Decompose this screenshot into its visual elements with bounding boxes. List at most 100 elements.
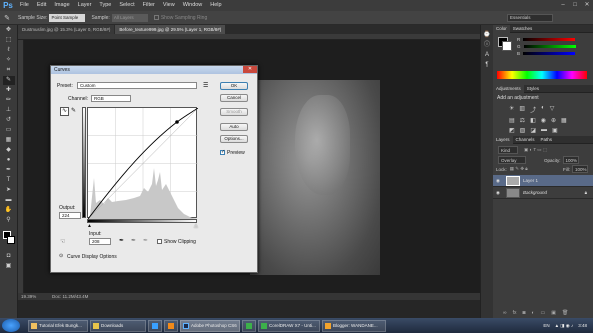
filter-icons[interactable]: ▣ ◐ T ▭ ⬚ bbox=[524, 147, 547, 153]
lock-icons[interactable]: ▦ ✎ ✥ 🔒︎ bbox=[510, 166, 528, 172]
menu-edit[interactable]: Edit bbox=[33, 0, 50, 11]
taskbar-item[interactable]: Blogger: WANDANE... bbox=[322, 319, 386, 332]
quick-select-tool-icon[interactable]: ✧ bbox=[3, 56, 15, 65]
tab-channels[interactable]: Channels bbox=[513, 137, 538, 142]
stamp-tool-icon[interactable]: ⊥ bbox=[3, 106, 15, 115]
taskbar-item[interactable]: Tutorial Efek Bungk... bbox=[28, 319, 88, 332]
tab-paths[interactable]: Paths bbox=[538, 137, 556, 142]
ok-button[interactable]: OK bbox=[220, 82, 248, 90]
bg-color-swatch[interactable] bbox=[502, 41, 512, 51]
color-spectrum[interactable] bbox=[497, 71, 587, 79]
start-button[interactable] bbox=[2, 319, 20, 332]
layer-thumbnail[interactable] bbox=[506, 175, 520, 186]
opacity-input[interactable]: 100% bbox=[562, 156, 579, 164]
link-icon[interactable]: ∞ bbox=[503, 310, 507, 316]
taskbar-icon[interactable] bbox=[164, 319, 178, 332]
path-select-icon[interactable]: ➤ bbox=[3, 186, 15, 195]
photo-filter-icon[interactable]: ◉ bbox=[541, 117, 546, 124]
crop-tool-icon[interactable]: ⌗ bbox=[3, 66, 15, 75]
tab-swatches[interactable]: Swatches bbox=[510, 26, 536, 31]
taskbar-icon[interactable] bbox=[148, 319, 162, 332]
brush-tool-icon[interactable]: ✏ bbox=[3, 96, 15, 105]
brightness-icon[interactable]: ☀ bbox=[509, 105, 514, 114]
fx-icon[interactable]: fx bbox=[513, 310, 517, 316]
output-input[interactable]: 224 bbox=[59, 212, 81, 219]
layer-name[interactable]: Layer 1 bbox=[523, 178, 538, 183]
levels-icon[interactable]: ▥ bbox=[519, 105, 525, 114]
doc-tab-active[interactable]: Before_texture999.jpg @ 29.5% (Layer 1, … bbox=[115, 25, 226, 34]
dodge-tool-icon[interactable]: ● bbox=[3, 156, 15, 165]
mixer-icon[interactable]: ⊕ bbox=[551, 117, 556, 124]
background-color[interactable] bbox=[7, 236, 15, 244]
targeted-adjust-icon[interactable]: ☜ bbox=[60, 238, 65, 245]
visibility-eye-icon[interactable]: ◉ bbox=[493, 190, 503, 196]
lasso-tool-icon[interactable]: ℓ bbox=[3, 46, 15, 55]
curve-display-options[interactable]: Curve Display Options bbox=[67, 254, 117, 260]
doc-tab[interactable]: Dustmuslim.jpg @ 15.3% (Layer 0, RGB/8#) bbox=[18, 25, 115, 34]
language-indicator[interactable]: EN bbox=[543, 323, 549, 328]
curve-edit-icon[interactable]: ∿ bbox=[60, 107, 69, 116]
dialog-titlebar[interactable]: Curves ✕ bbox=[51, 66, 257, 74]
zoom-tool-icon[interactable]: ⚲ bbox=[3, 216, 15, 225]
menu-file[interactable]: File bbox=[16, 0, 33, 11]
maximize-button[interactable]: □ bbox=[569, 0, 581, 11]
show-clipping-checkbox[interactable] bbox=[157, 239, 162, 244]
curves-graph[interactable] bbox=[87, 107, 198, 219]
menu-image[interactable]: Image bbox=[50, 0, 73, 11]
shape-tool-icon[interactable]: ▬ bbox=[3, 196, 15, 205]
gray-eyedropper-icon[interactable]: ✒ bbox=[131, 237, 136, 244]
eyedropper-icon[interactable]: ✎ bbox=[0, 14, 14, 22]
layer-row[interactable]: ◉ Background 🔒︎ bbox=[493, 187, 593, 199]
group-icon[interactable]: ▭ bbox=[541, 310, 546, 316]
taskbar-item-active[interactable]: Adobe Photoshop CS6 bbox=[180, 319, 240, 332]
history-brush-icon[interactable]: ↺ bbox=[3, 116, 15, 125]
bw-icon[interactable]: ◧ bbox=[530, 117, 536, 124]
move-tool-icon[interactable]: ✥ bbox=[3, 26, 15, 35]
type-tool-icon[interactable]: T bbox=[3, 176, 15, 185]
black-point-slider[interactable]: ▲ bbox=[87, 223, 92, 229]
expand-chevron-icon[interactable]: ⊙ bbox=[59, 253, 63, 259]
input-field[interactable]: 208 bbox=[89, 238, 111, 245]
clock[interactable]: 3:48 bbox=[578, 323, 587, 328]
dialog-close-button[interactable]: ✕ bbox=[243, 66, 257, 73]
healing-tool-icon[interactable]: ✚ bbox=[3, 86, 15, 95]
tab-color[interactable]: Color bbox=[493, 24, 510, 33]
black-eyedropper-icon[interactable]: ✒ bbox=[119, 237, 124, 244]
visibility-eye-icon[interactable]: ◉ bbox=[493, 178, 503, 184]
lookup-icon[interactable]: ▦ bbox=[561, 117, 567, 124]
screen-mode-icon[interactable]: ▣ bbox=[3, 262, 15, 271]
taskbar-item[interactable]: CorelDRAW X7 - Unti... bbox=[258, 319, 320, 332]
blur-tool-icon[interactable]: ◆ bbox=[3, 146, 15, 155]
layer-name[interactable]: Background bbox=[523, 190, 547, 195]
history-icon[interactable]: ⌚ bbox=[481, 31, 493, 40]
close-button[interactable]: ✕ bbox=[581, 0, 593, 11]
menu-filter[interactable]: Filter bbox=[139, 0, 159, 11]
eraser-tool-icon[interactable]: ▭ bbox=[3, 126, 15, 135]
quick-mask-icon[interactable]: ◘ bbox=[3, 252, 15, 261]
minimize-button[interactable]: – bbox=[557, 0, 569, 11]
trash-icon[interactable]: 🗑︎ bbox=[562, 310, 568, 316]
pen-tool-icon[interactable]: ✒ bbox=[3, 166, 15, 175]
balance-icon[interactable]: ⚖ bbox=[520, 117, 525, 124]
hand-tool-icon[interactable]: ✋ bbox=[3, 206, 15, 215]
tray-icons[interactable]: ▲ ◨ ◉ ♪ bbox=[555, 323, 574, 329]
menu-type[interactable]: Type bbox=[95, 0, 115, 11]
invert-icon[interactable]: ◩ bbox=[509, 127, 515, 134]
menu-window[interactable]: Window bbox=[179, 0, 207, 11]
tab-styles[interactable]: Styles bbox=[524, 86, 542, 91]
menu-help[interactable]: Help bbox=[206, 0, 225, 11]
white-eyedropper-icon[interactable]: ✒ bbox=[143, 237, 148, 244]
fill-input[interactable]: 100% bbox=[572, 165, 588, 173]
blend-mode-select[interactable]: Overlay bbox=[498, 156, 526, 164]
threshold-icon[interactable]: ◪ bbox=[530, 127, 536, 134]
tab-adjustments[interactable]: Adjustments bbox=[493, 84, 524, 93]
paragraph-icon[interactable]: ¶ bbox=[481, 61, 493, 70]
selective-color-icon[interactable]: ▣ bbox=[552, 127, 558, 134]
posterize-icon[interactable]: ▧ bbox=[520, 127, 526, 134]
pencil-icon[interactable]: ✎ bbox=[71, 107, 79, 116]
color-slider-b[interactable]: B bbox=[493, 50, 593, 57]
white-point-slider[interactable]: △ bbox=[194, 223, 198, 229]
gradient-map-icon[interactable]: ▬ bbox=[541, 127, 547, 134]
mask-icon[interactable]: ◙ bbox=[522, 310, 525, 316]
cancel-button[interactable]: Cancel bbox=[220, 94, 248, 102]
